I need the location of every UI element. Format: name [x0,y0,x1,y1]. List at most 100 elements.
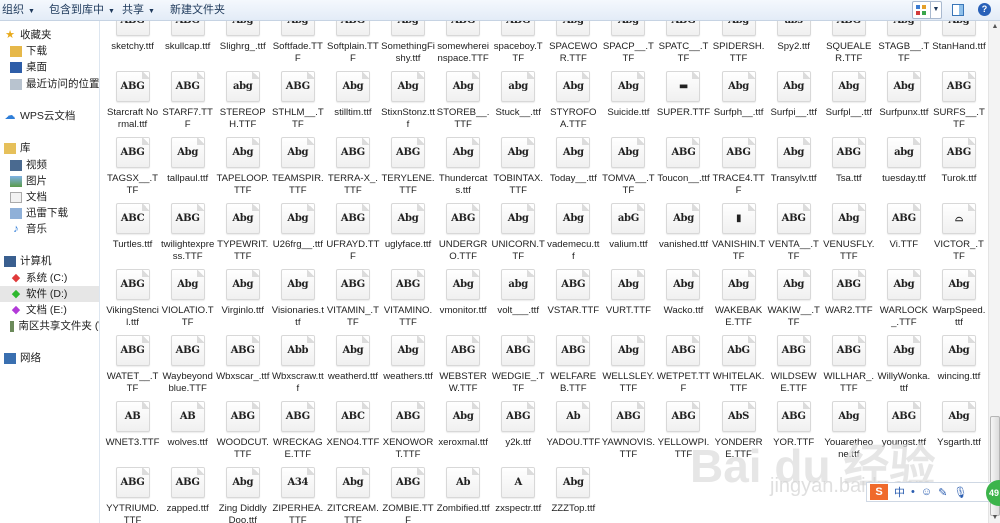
file-item[interactable]: AB wolves.ttf [160,398,215,461]
file-item[interactable]: Abg weatherd.ttf [325,332,380,395]
file-item[interactable]: Abg StixnStonz.ttf [380,68,435,134]
file-item[interactable]: Abg uglyface.ttf [380,200,435,263]
nav-drive-d[interactable]: ◆ 软件 (D:) [0,286,99,302]
file-item[interactable]: ABG TAGSX__.TTF [105,134,160,200]
file-item[interactable]: Abg U26frg__.ttf [270,200,325,263]
nav-documents[interactable]: 文档 [10,189,99,205]
file-item[interactable]: ABG SQUEALER.TTF [821,21,876,68]
nav-downloads[interactable]: 下载 [10,43,99,59]
nav-music[interactable]: ♪ 音乐 [10,221,99,237]
file-item[interactable]: ABG STHLM__.TTF [270,68,325,134]
file-item[interactable]: abg STEREOPH.TTF [215,68,270,134]
file-item[interactable]: Abg TOBINTAX.TTF [491,134,546,200]
chevron-down-icon[interactable]: ▼ [930,2,941,18]
file-item[interactable]: Abg Softfade.TTF [270,21,325,68]
file-item[interactable]: Abg Surfpi__.ttf [766,68,821,131]
file-item[interactable]: ABG WILLHAR_.TTF [821,332,876,398]
nav-drive-e[interactable]: ◆ 文档 (E:) [10,302,99,318]
file-item[interactable]: Abg Surfph__.ttf [711,68,766,131]
file-item[interactable]: ABG UFRAYD.TTF [325,200,380,266]
file-item[interactable]: ABG WOODCUT.TTF [215,398,270,464]
punctuation-icon[interactable]: • [911,486,915,498]
scroll-up-arrow-icon[interactable]: ▲ [989,23,1000,30]
change-view-button[interactable]: ▼ [912,1,942,19]
file-item[interactable]: Abg vanished.ttf [656,200,711,263]
file-item[interactable]: Abg wincing.ttf [931,332,986,395]
file-item[interactable]: ABG ZOMBIE.TTF [380,464,435,523]
file-item[interactable]: Abg Suicide.ttf [601,68,656,131]
file-item[interactable]: ABG SURFS__.TTF [931,68,986,134]
file-item[interactable]: abg tuesday.ttf [876,134,931,197]
file-item[interactable]: ABG VITAMINO.TTF [380,266,435,332]
file-item[interactable]: ABG WAR2.TTF [821,266,876,329]
file-item[interactable]: ABG YAWNOVIS.TTF [601,398,656,464]
nav-videos[interactable]: 视频 [10,157,99,173]
nav-favorites[interactable]: ★ 收藏夹 [4,27,99,43]
ime-mode-toggle[interactable]: 中 [894,484,905,500]
file-item[interactable]: Abg Ysgarth.ttf [931,398,986,461]
file-item[interactable]: Abg VENUSFLY.TTF [821,200,876,266]
nav-recent-places[interactable]: 最近访问的位置 [10,76,99,92]
file-item[interactable]: ABG Softplain.TTF [325,21,380,68]
file-item[interactable]: Abg Surfpunx.ttf [876,68,931,131]
file-item[interactable]: Abg Today__.ttf [546,134,601,197]
file-item[interactable]: Abg ZITCREAM.TTF [325,464,380,523]
file-item[interactable]: ABG y2k.ttf [491,398,546,461]
file-item[interactable]: Azxspectr.ttf [491,464,546,523]
file-item[interactable]: Abg STAGB__.TTF [876,21,931,68]
file-item[interactable]: A34 ZIPERHEA.TTF [270,464,325,523]
file-item[interactable]: Abg WAKIW__.TTF [766,266,821,332]
file-item[interactable]: Abg SPACEWOR.TTF [546,21,601,68]
file-item[interactable]: Abg vmonitor.ttf [436,266,491,329]
file-item[interactable]: AbS YONDERRE.TTF [711,398,766,464]
file-item[interactable]: Abg Zing Diddly Doo.ttf [215,464,270,523]
file-item[interactable]: Abg TYPEWRIT.TTF [215,200,270,266]
file-item[interactable]: Abg Virginlo.ttf [215,266,270,329]
file-item[interactable]: Abg Transylv.ttf [766,134,821,197]
emoji-icon[interactable]: ☺ [921,486,932,498]
file-item[interactable]: Ab Zombified.ttf [436,464,491,523]
file-item[interactable]: ▮ VANISHIN.TTF [711,200,766,266]
microphone-icon[interactable]: 🎙 [953,486,967,499]
file-item[interactable]: Abg Thundercats.ttf [436,134,491,200]
nav-pictures[interactable]: 图片 [10,173,99,189]
file-item[interactable]: Abg UNICORN.TTF [491,200,546,266]
file-item[interactable]: Abb Wbxscraw.ttf [270,332,325,398]
file-item[interactable]: Abg stilltim.ttf [325,68,380,131]
file-item[interactable]: Abg WARLOCK_.TTF [876,266,931,332]
nav-wps-cloud[interactable]: ☁ WPS云文档 [4,108,99,124]
file-item[interactable]: abG valium.ttf [601,200,656,263]
preview-pane-icon[interactable] [952,4,964,16]
file-item[interactable]: Abg Youaretheone.ttf [821,398,876,464]
file-item[interactable]: Abg tallpaul.ttf [160,134,215,197]
file-item[interactable]: ▬ SUPER.TTF [656,68,711,131]
file-item[interactable]: Abg STOREB__.TTF [436,68,491,134]
share-menu[interactable]: 共享 ▼ [122,3,155,18]
file-item[interactable]: ABG YYTRIUMD.TTF [105,464,160,523]
file-item[interactable]: ABG YOR.TTF [766,398,821,461]
file-item[interactable]: ABG VikingStencil.ttf [105,266,160,332]
file-item[interactable]: ⌓ VICTOR_.TTF [931,200,986,266]
file-item[interactable]: Abg SPIDERSH.TTF [711,21,766,68]
file-item[interactable]: ABG Tsa.ttf [821,134,876,197]
file-item[interactable]: ABG WATET__.TTF [105,332,160,398]
nav-xunlei-downloads[interactable]: 迅雷下载 [10,205,99,221]
nav-network[interactable]: 网络 [4,350,99,366]
file-item[interactable]: Abg Slighrg_.ttf [215,21,270,65]
file-item[interactable]: Abg VIOLATIO.TTF [160,266,215,332]
file-item[interactable]: ABG XENOWORT.TTF [380,398,435,464]
scroll-down-arrow-icon[interactable]: ▼ [989,514,1000,521]
file-item[interactable]: Abg Wacko.ttf [656,266,711,329]
sogou-logo-icon[interactable]: S [870,484,888,500]
nav-drive-c[interactable]: ◆ 系统 (C:) [10,270,99,286]
new-folder-button[interactable]: 新建文件夹 [170,3,225,18]
file-item[interactable]: ABG WETPET.TTF [656,332,711,398]
file-item[interactable]: ABG Waybeyondblue.TTF [160,332,215,398]
file-item[interactable]: ABG SPATC__.TTF [656,21,711,68]
file-item[interactable]: AB WNET3.TTF [105,398,160,461]
file-item[interactable]: Abg TOMVA__.TTF [601,134,656,200]
file-item[interactable]: ABG WEDGIE_.TTF [491,332,546,398]
file-item[interactable]: ABC XENO4.TTF [325,398,380,461]
organize-menu[interactable]: 组织 ▼ [2,3,35,18]
file-item[interactable]: Abg weathers.ttf [380,332,435,395]
